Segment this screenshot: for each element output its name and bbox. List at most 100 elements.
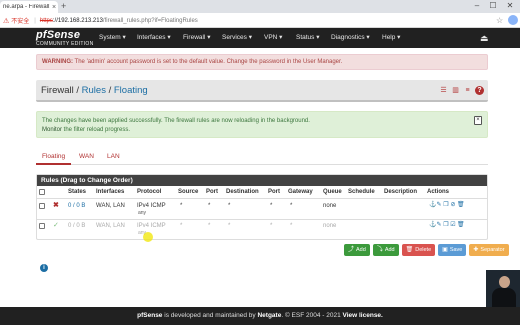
row-divider (37, 219, 487, 220)
warning-icon: ⚠ (3, 17, 10, 25)
save-icon: ▣ (442, 247, 448, 253)
minimize-icon[interactable]: – (470, 0, 484, 13)
row-interfaces: WAN, LAN (96, 223, 125, 229)
col-header-description[interactable]: Description (384, 187, 417, 198)
footer-license-link[interactable]: View license. (343, 312, 383, 319)
row-interfaces: WAN, LAN (96, 203, 125, 209)
save-label: Save (449, 247, 463, 253)
select-all-checkbox[interactable] (39, 189, 45, 195)
col-header-queue[interactable]: Queue (323, 187, 342, 198)
row-queue: none (323, 223, 337, 229)
footer-text1: is developed and maintained by (162, 312, 258, 319)
webcam-overlay (486, 270, 520, 307)
url-protocol: https (39, 17, 53, 24)
col-header-protocol[interactable]: Protocol (137, 187, 161, 198)
menu-vpn[interactable]: VPN ▾ (264, 28, 282, 48)
pass-icon[interactable]: ✓ (53, 222, 59, 230)
monitor-link[interactable]: Monitor (42, 127, 62, 133)
breadcrumb-sep: / (105, 85, 114, 96)
address-bar: ⚠ 不安全 | https ://192.168.213.213 /firewa… (0, 13, 520, 28)
url-divider: | (34, 17, 36, 24)
row-actions: ⚓ ✎ ❐ ☑ 🗑 (429, 222, 465, 229)
col-header-interfaces[interactable]: Interfaces (96, 187, 124, 198)
col-header-schedule[interactable]: Schedule (348, 187, 375, 198)
block-icon[interactable]: ✖ (53, 202, 59, 210)
browser-tabstrip: ne.arpa - Firewall: × + – ☐ ✕ (0, 0, 520, 13)
footer-netgate-link[interactable]: Netgate (257, 312, 281, 319)
pfsense-logo[interactable]: pfSense COMMUNITY EDITION (36, 30, 104, 48)
bookmark-star-icon[interactable]: ☆ (496, 15, 503, 26)
row-states[interactable]: 0 / 0 B (68, 202, 85, 210)
logout-icon[interactable]: ⏏ (480, 32, 489, 44)
copy-icon[interactable]: ❐ (443, 222, 449, 229)
anchor-icon[interactable]: ⚓ (429, 202, 436, 209)
breadcrumb-firewall: Firewall (41, 85, 74, 96)
rules-panel-title: Rules (Drag to Change Order) (37, 175, 487, 186)
col-header-port[interactable]: Port (206, 187, 218, 198)
warning-text[interactable]: The 'admin' account password is set to t… (73, 59, 343, 65)
col-header-dport[interactable]: Port (268, 187, 280, 198)
list-icon[interactable]: ≡ (463, 86, 472, 95)
warning-prefix: WARNING: (42, 59, 73, 65)
bar-chart-icon[interactable]: ▥ (451, 86, 460, 95)
row-dport: * (270, 203, 273, 209)
add-top-button[interactable]: ⤴ Add (344, 244, 370, 256)
new-tab-icon[interactable]: + (61, 1, 66, 12)
settings-sliders-icon[interactable]: ☰ (439, 86, 448, 95)
breadcrumb-rules-link[interactable]: Rules (82, 85, 106, 96)
trash-icon: 🗑 (405, 247, 414, 253)
menu-help[interactable]: Help ▾ (382, 28, 400, 48)
rule-buttons: ⤴ Add ⤵ Add 🗑 Delete ▣ Save ✚ Separator (344, 244, 509, 256)
trash-icon[interactable]: 🗑 (457, 202, 465, 209)
copy-icon[interactable]: ❐ (443, 202, 449, 209)
row-port: * (208, 203, 211, 209)
menu-status[interactable]: Status ▾ (296, 28, 320, 48)
close-tab-icon[interactable]: × (50, 4, 58, 11)
save-button[interactable]: ▣ Save (438, 244, 467, 256)
page-footer: pfSense is developed and maintained by N… (0, 307, 520, 325)
info-icon[interactable]: i (40, 264, 48, 272)
success-alert: The changes have been applied successful… (36, 111, 488, 138)
menu-services[interactable]: Services ▾ (222, 28, 252, 48)
browser-tab[interactable]: ne.arpa - Firewall: × (0, 1, 58, 13)
enable-icon[interactable]: ☑ (450, 222, 456, 229)
separator-button[interactable]: ✚ Separator (469, 244, 509, 256)
url-field[interactable]: ⚠ 不安全 | https ://192.168.213.213 /firewa… (0, 15, 492, 26)
url-path: /firewall_rules.php?if=FloatingRules (102, 17, 198, 24)
window-close-icon[interactable]: ✕ (503, 0, 517, 13)
help-icon[interactable]: ? (475, 86, 484, 95)
row-source: * (180, 223, 183, 229)
edit-pencil-icon[interactable]: ✎ (436, 202, 442, 209)
maximize-icon[interactable]: ☐ (486, 0, 500, 13)
success-line1: The changes have been applied successful… (42, 118, 310, 124)
breadcrumb-sep: / (73, 85, 82, 96)
col-header-gateway[interactable]: Gateway (288, 187, 313, 198)
tab-floating[interactable]: Floating (36, 150, 72, 165)
edit-pencil-icon[interactable]: ✎ (436, 222, 442, 229)
disable-icon[interactable]: ⊘ (450, 202, 456, 209)
breadcrumb-floating-link[interactable]: Floating (114, 85, 148, 96)
tab-lan[interactable]: LAN (101, 150, 126, 165)
profile-avatar[interactable] (508, 15, 518, 25)
menu-interfaces[interactable]: Interfaces ▾ (137, 28, 171, 48)
alert-close-button[interactable]: × (474, 116, 482, 125)
tab-wan[interactable]: WAN (73, 150, 100, 165)
trash-icon[interactable]: 🗑 (457, 222, 465, 229)
menu-system[interactable]: System ▾ (99, 28, 126, 48)
col-header-source[interactable]: Source (178, 187, 198, 198)
delete-button[interactable]: 🗑 Delete (401, 244, 436, 256)
add-bottom-button[interactable]: ⤵ Add (372, 244, 399, 256)
row-checkbox[interactable] (39, 203, 45, 209)
arrow-down-icon: ⤵ (376, 247, 383, 253)
col-header-states[interactable]: States (68, 187, 86, 198)
col-header-destination[interactable]: Destination (226, 187, 259, 198)
menu-firewall[interactable]: Firewall ▾ (183, 28, 210, 48)
col-header-actions: Actions (427, 189, 450, 195)
anchor-icon[interactable]: ⚓ (429, 222, 436, 229)
row-states[interactable]: 0 / 0 B (68, 222, 85, 230)
row-source: * (180, 203, 183, 209)
insecure-label: 不安全 (11, 19, 30, 25)
row-checkbox[interactable] (39, 223, 45, 229)
arrow-up-icon: ⤴ (348, 247, 355, 253)
menu-diagnostics[interactable]: Diagnostics ▾ (331, 28, 370, 48)
